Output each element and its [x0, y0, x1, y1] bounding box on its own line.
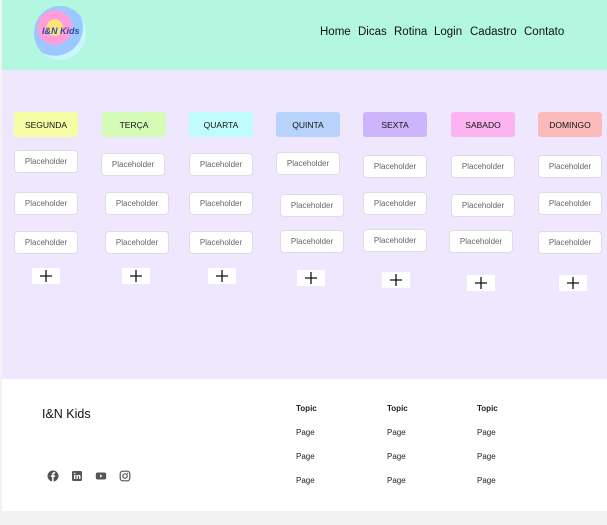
footer-topic: Topic [387, 404, 408, 413]
add-task-button[interactable] [382, 272, 410, 288]
task-field[interactable]: Placeholder [14, 150, 78, 173]
day-header-sabado[interactable]: SABADO [451, 112, 515, 137]
footer-page-link[interactable]: Page [477, 428, 496, 437]
footer-page-link[interactable]: Page [477, 452, 496, 461]
day-header-quinta[interactable]: QUINTA [276, 112, 340, 137]
task-field[interactable]: Placeholder [189, 153, 253, 176]
footer-page-link[interactable]: Page [296, 428, 315, 437]
footer-brand: I&N Kids [42, 407, 91, 421]
task-field[interactable]: Placeholder [276, 152, 340, 175]
task-field[interactable]: Placeholder [363, 192, 427, 215]
nav-login[interactable]: Login [434, 26, 462, 38]
youtube-icon[interactable] [95, 470, 107, 482]
plus-icon [130, 270, 142, 282]
logo-text: I&N Kids [42, 26, 80, 36]
task-field[interactable]: Placeholder [189, 192, 253, 215]
logo[interactable]: I&N Kids [34, 6, 86, 60]
task-field[interactable]: Placeholder [363, 155, 427, 178]
footer-page-link[interactable]: Page [387, 476, 406, 485]
task-field[interactable]: Placeholder [14, 192, 78, 215]
footer-topic: Topic [477, 404, 498, 413]
task-field[interactable]: Placeholder [105, 192, 169, 215]
add-task-button[interactable] [467, 275, 495, 291]
day-header-quarta[interactable]: QUARTA [189, 112, 253, 137]
footer-page-link[interactable]: Page [296, 476, 315, 485]
day-header-segunda[interactable]: SEGUNDA [14, 112, 78, 137]
plus-icon [305, 272, 317, 284]
add-task-button[interactable] [208, 268, 236, 284]
footer-page-link[interactable]: Page [477, 476, 496, 485]
task-field[interactable]: Placeholder [451, 155, 515, 178]
task-field[interactable]: Placeholder [451, 194, 515, 217]
footer-topic: Topic [296, 404, 317, 413]
task-field[interactable]: Placeholder [449, 230, 513, 253]
plus-icon [475, 277, 487, 289]
add-task-button[interactable] [559, 275, 587, 291]
task-field[interactable]: Placeholder [280, 194, 344, 217]
nav-contato[interactable]: Contato [524, 26, 564, 38]
task-field[interactable]: Placeholder [538, 231, 602, 254]
day-header-domingo[interactable]: DOMINGO [538, 112, 602, 137]
weekly-routine: SEGUNDA Placeholder Placeholder Placehol… [2, 70, 607, 379]
linkedin-icon[interactable] [71, 470, 83, 482]
plus-icon [216, 270, 228, 282]
task-field[interactable]: Placeholder [538, 192, 602, 215]
facebook-icon[interactable] [47, 470, 59, 482]
task-field[interactable]: Placeholder [189, 231, 253, 254]
day-header-terca[interactable]: TERÇA [102, 112, 166, 137]
instagram-icon[interactable] [119, 470, 131, 482]
task-field[interactable]: Placeholder [101, 153, 165, 176]
add-task-button[interactable] [297, 270, 325, 286]
footer-page-link[interactable]: Page [387, 452, 406, 461]
nav-cadastro[interactable]: Cadastro [470, 26, 517, 38]
nav-dicas[interactable]: Dicas [358, 26, 387, 38]
add-task-button[interactable] [122, 268, 150, 284]
plus-icon [567, 277, 579, 289]
nav-rotina[interactable]: Rotina [394, 26, 427, 38]
task-field[interactable]: Placeholder [280, 230, 344, 253]
footer: I&N Kids Topic Page Page Page Topic Page… [2, 379, 607, 511]
task-field[interactable]: Placeholder [105, 231, 169, 254]
day-header-sexta[interactable]: SEXTA [363, 112, 427, 137]
task-field[interactable]: Placeholder [363, 229, 427, 252]
header: I&N Kids Home Dicas Rotina Login Cadastr… [2, 0, 607, 70]
plus-icon [390, 274, 402, 286]
task-field[interactable]: Placeholder [538, 155, 602, 178]
plus-icon [40, 270, 52, 282]
footer-page-link[interactable]: Page [387, 428, 406, 437]
nav-home[interactable]: Home [320, 26, 351, 38]
add-task-button[interactable] [32, 268, 60, 284]
footer-page-link[interactable]: Page [296, 452, 315, 461]
task-field[interactable]: Placeholder [14, 231, 78, 254]
